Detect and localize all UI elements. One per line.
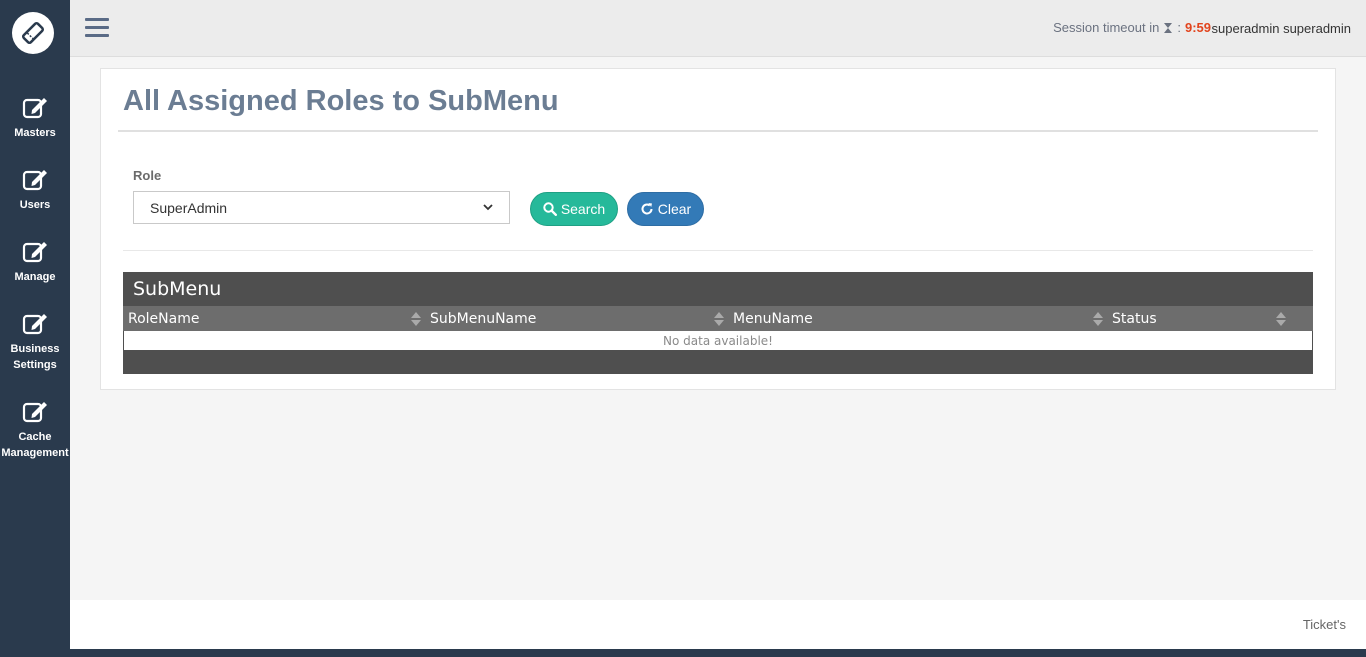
- column-header-status[interactable]: Status: [1107, 306, 1289, 331]
- grid-header: RoleName SubMenuName MenuName Status: [123, 306, 1313, 331]
- sort-icon: [714, 312, 724, 326]
- sort-icon: [1276, 312, 1286, 326]
- sidebar-item-cache-management[interactable]: Cache Management: [0, 399, 70, 461]
- form-divider: [123, 250, 1313, 251]
- search-button[interactable]: Search: [530, 192, 618, 226]
- chevron-down-icon: [483, 204, 493, 211]
- grid-empty-message: No data available!: [124, 331, 1312, 350]
- column-header-submenuname[interactable]: SubMenuName: [425, 306, 728, 331]
- sidebar-item-label: Cache Management: [1, 431, 69, 459]
- hourglass-icon: [1164, 22, 1173, 33]
- sidebar-item-masters[interactable]: Masters: [0, 95, 70, 141]
- session-separator: :: [1177, 20, 1181, 35]
- edit-icon: [22, 98, 47, 119]
- column-header-label: RoleName: [128, 310, 200, 327]
- bottom-strip: [70, 649, 1366, 657]
- sidebar-item-manage[interactable]: Manage: [0, 239, 70, 285]
- edit-icon: [22, 242, 47, 263]
- search-button-label: Search: [560, 201, 606, 217]
- footer: Ticket's: [70, 600, 1366, 649]
- roles-panel: All Assigned Roles to SubMenu Role Super…: [100, 68, 1336, 390]
- role-select[interactable]: SuperAdmin: [133, 191, 510, 224]
- ticket-logo-icon: [21, 21, 45, 45]
- role-label: Role: [133, 168, 162, 183]
- footer-text: Ticket's: [1302, 617, 1346, 632]
- sidebar-item-label: Users: [19, 199, 51, 211]
- clear-button-label: Clear: [657, 201, 692, 217]
- sort-icon: [411, 312, 421, 326]
- grid-caption: SubMenu: [133, 278, 222, 300]
- sidebar: Masters Users Manage Business Settings C…: [0, 0, 70, 657]
- submenu-grid: SubMenu RoleName SubMenuName MenuName St…: [123, 272, 1313, 374]
- column-header-label: MenuName: [733, 310, 813, 327]
- title-divider: [118, 130, 1318, 132]
- user-name[interactable]: superadmin superadmin: [1212, 21, 1351, 36]
- role-select-value: SuperAdmin: [150, 199, 228, 216]
- clear-button[interactable]: Clear: [627, 192, 704, 226]
- session-timeout-label: Session timeout in: [1053, 20, 1160, 35]
- top-bar: Session timeout in : 9:59 superadmin sup…: [70, 0, 1366, 57]
- edit-icon: [22, 170, 47, 191]
- column-header-label: Status: [1112, 310, 1157, 327]
- edit-icon: [22, 314, 47, 335]
- page-title: All Assigned Roles to SubMenu: [123, 85, 559, 117]
- sidebar-item-label: Business Settings: [10, 343, 60, 371]
- app-logo[interactable]: [12, 12, 54, 54]
- column-header-menuname[interactable]: MenuName: [728, 306, 1107, 331]
- edit-icon: [22, 402, 47, 423]
- sidebar-item-label: Manage: [14, 271, 56, 283]
- sidebar-item-users[interactable]: Users: [0, 167, 70, 213]
- sidebar-item-label: Masters: [14, 127, 56, 139]
- session-timer: 9:59: [1184, 20, 1211, 35]
- main-content: All Assigned Roles to SubMenu Role Super…: [70, 57, 1366, 600]
- sidebar-item-business-settings[interactable]: Business Settings: [0, 311, 70, 373]
- refresh-icon: [641, 203, 653, 215]
- search-icon: [543, 202, 557, 216]
- sort-icon: [1093, 312, 1103, 326]
- column-header-label: SubMenuName: [430, 310, 537, 327]
- session-timeout: Session timeout in : 9:59: [1053, 20, 1211, 35]
- column-header-rolename[interactable]: RoleName: [123, 306, 425, 331]
- menu-toggle-icon[interactable]: [85, 18, 109, 38]
